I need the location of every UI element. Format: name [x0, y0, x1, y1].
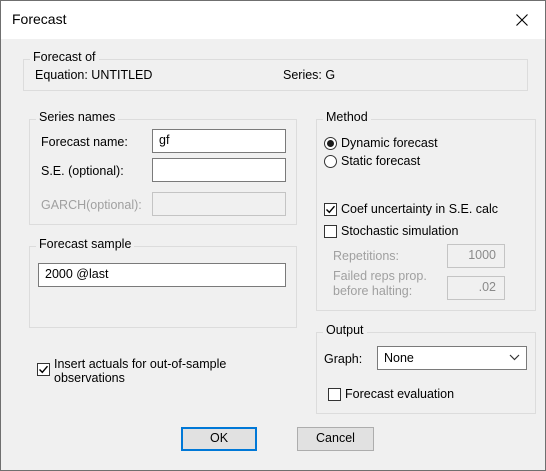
- checkmark-icon: [326, 205, 336, 213]
- dynamic-forecast-label: Dynamic forecast: [341, 136, 438, 150]
- graph-select-value: None: [384, 351, 414, 365]
- insert-actuals-checkbox[interactable]: Insert actuals for out-of-sample observa…: [37, 357, 226, 385]
- static-forecast-label: Static forecast: [341, 154, 421, 168]
- insert-actuals-label-line2: observations: [54, 371, 125, 385]
- graph-label: Graph:: [324, 352, 363, 366]
- cancel-button[interactable]: Cancel: [297, 427, 374, 451]
- equation-text: Equation: UNTITLED: [35, 68, 153, 82]
- forecast-of-label: Forecast of: [30, 50, 99, 64]
- se-input[interactable]: [152, 158, 286, 182]
- garch-label: GARCH(optional):: [41, 198, 142, 212]
- method-label: Method: [323, 110, 371, 124]
- insert-actuals-label-line1: Insert actuals for out-of-sample: [54, 357, 227, 371]
- stochastic-simulation-label: Stochastic simulation: [341, 224, 459, 238]
- radio-selected-icon: [324, 136, 337, 150]
- output-label: Output: [323, 323, 367, 337]
- forecast-name-input[interactable]: gf: [152, 129, 286, 153]
- forecast-evaluation-checkbox[interactable]: Forecast evaluation: [328, 387, 454, 401]
- dialog-title: Forecast: [12, 11, 67, 27]
- close-button[interactable]: [499, 1, 545, 39]
- se-label: S.E. (optional):: [41, 164, 124, 178]
- coef-uncertainty-check: [324, 202, 337, 216]
- failed-reps-label-line2: before halting:: [333, 284, 413, 298]
- forecast-sample-group: [29, 246, 297, 328]
- forecast-name-label: Forecast name:: [41, 135, 128, 149]
- checkmark-icon: [39, 365, 49, 374]
- forecast-sample-input[interactable]: 2000 @last: [38, 263, 286, 287]
- static-forecast-radio[interactable]: Static forecast: [324, 154, 420, 168]
- insert-actuals-check: [37, 363, 50, 376]
- garch-input[interactable]: [152, 192, 286, 216]
- radio-unselected-icon: [324, 154, 337, 168]
- coef-uncertainty-checkbox[interactable]: Coef uncertainty in S.E. calc: [324, 202, 498, 216]
- forecast-evaluation-label: Forecast evaluation: [345, 387, 455, 401]
- output-group: [316, 332, 536, 414]
- stochastic-simulation-checkbox[interactable]: Stochastic simulation: [324, 224, 458, 238]
- repetitions-input[interactable]: 1000: [447, 244, 505, 268]
- close-icon: [516, 14, 528, 26]
- repetitions-label: Repetitions:: [333, 249, 400, 263]
- failed-reps-input[interactable]: .02: [447, 276, 505, 300]
- series-names-label: Series names: [36, 110, 119, 124]
- series-text: Series: G: [283, 68, 336, 82]
- stochastic-simulation-check: [324, 224, 337, 238]
- failed-reps-label-line1: Failed reps prop.: [333, 269, 427, 283]
- chevron-down-icon: [509, 350, 520, 367]
- forecast-sample-label: Forecast sample: [36, 237, 135, 251]
- coef-uncertainty-label: Coef uncertainty in S.E. calc: [341, 202, 499, 216]
- forecast-evaluation-check: [328, 387, 341, 401]
- title-bar: Forecast: [1, 1, 545, 39]
- graph-select[interactable]: None: [377, 346, 527, 370]
- forecast-dialog: Forecast Forecast of Equation: UNTITLED …: [0, 0, 546, 471]
- dynamic-forecast-radio[interactable]: Dynamic forecast: [324, 136, 438, 150]
- ok-button[interactable]: OK: [181, 427, 257, 451]
